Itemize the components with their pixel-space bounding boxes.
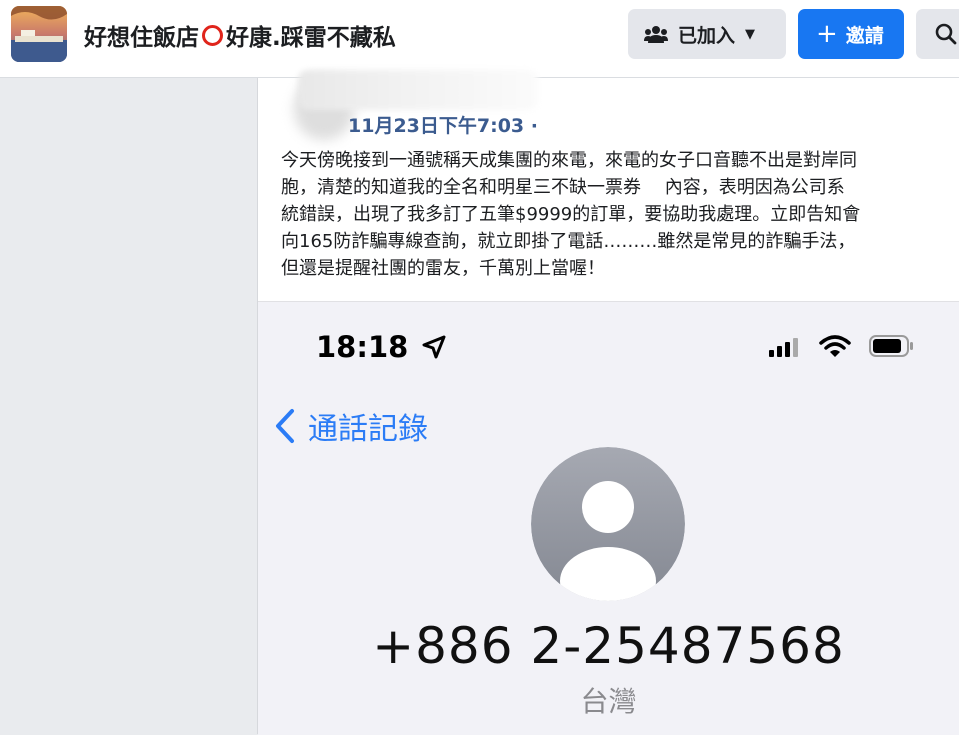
cellular-signal-icon [768, 336, 800, 362]
caller-location: 台灣 [580, 685, 637, 718]
group-header: 好想住飯店 好康.踩雷不藏私 已加入 ▼ + 邀請 [0, 0, 959, 78]
left-sidebar [0, 78, 257, 734]
group-name-part2: 好康.踩雷不藏私 [226, 25, 396, 51]
status-icons [768, 334, 916, 362]
post-text: 今天傍晚接到一通號稱天成集團的來電，來電的女子口音聽不出是對岸同 胞，清楚的知道… [281, 150, 861, 279]
search-icon [934, 22, 958, 46]
contact-avatar [531, 447, 685, 601]
red-circle-icon [202, 25, 223, 46]
joined-label: 已加入 [678, 24, 736, 47]
group-name[interactable]: 好想住飯店 好康.踩雷不藏私 [84, 18, 396, 52]
invite-label: 邀請 [845, 24, 884, 47]
author-name-blurred [298, 70, 538, 110]
location-arrow-icon [422, 332, 446, 366]
people-icon [644, 24, 668, 44]
group-avatar[interactable] [11, 6, 67, 62]
back-label: 通話記錄 [308, 412, 428, 447]
joined-button[interactable]: 已加入 ▼ [628, 9, 786, 59]
post-timestamp[interactable]: 11月23日下午7:03 · [348, 111, 538, 138]
caller-number: +886 2-25487568 [372, 617, 845, 675]
status-time-text: 18:18 [316, 330, 409, 364]
chevron-left-icon [274, 408, 296, 444]
invite-button[interactable]: + 邀請 [798, 9, 904, 59]
call-log-screenshot[interactable]: 18:18 通話記錄 +886 2-25487568 台灣 [258, 301, 959, 735]
group-name-part1: 好想住飯店 [84, 25, 199, 51]
status-time: 18:18 [316, 330, 446, 366]
plus-icon: + [816, 19, 838, 49]
caret-down-icon: ▼ [745, 26, 756, 42]
post-card: 11月23日下午7:03 · 今天傍晚接到一通號稱天成集團的來電，來電的女子口音… [258, 70, 959, 301]
search-button[interactable] [916, 9, 959, 59]
back-to-call-log-button[interactable]: 通話記錄 [274, 404, 428, 448]
wifi-icon [819, 334, 851, 362]
battery-icon [868, 334, 916, 362]
